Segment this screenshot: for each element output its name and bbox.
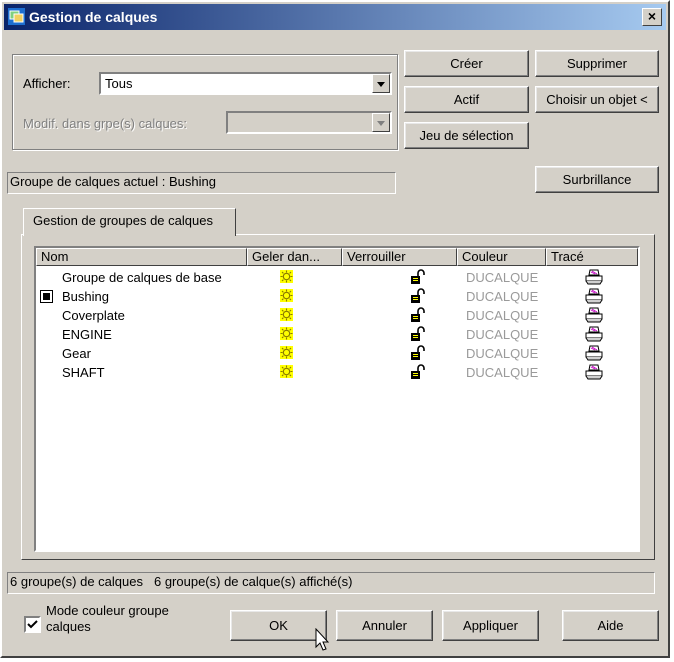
highlight-button[interactable]: Surbrillance: [535, 166, 659, 193]
row-color[interactable]: DUCALQUE: [466, 346, 538, 361]
row-name: SHAFT: [62, 365, 105, 380]
mouse-pointer-icon: [315, 628, 330, 651]
unlocked-padlock-icon[interactable]: [410, 307, 426, 323]
table-row[interactable]: Gear DUCALQUE: [36, 344, 638, 363]
layer-groups-list[interactable]: Nom Geler dan... Verrouiller Couleur Tra…: [34, 246, 640, 552]
show-filter-value: Tous: [105, 76, 133, 91]
status-shown: 6 groupe(s) de calque(s) affiché(s): [153, 574, 353, 589]
chevron-down-icon: [372, 113, 390, 132]
unlocked-padlock-icon[interactable]: [410, 364, 426, 380]
modif-groups-combo: [226, 111, 392, 134]
selection-set-button[interactable]: Jeu de sélection: [404, 122, 529, 149]
row-color[interactable]: DUCALQUE: [466, 327, 538, 342]
row-color[interactable]: DUCALQUE: [466, 289, 538, 304]
active-button[interactable]: Actif: [404, 86, 529, 113]
status-total: 6 groupe(s) de calques: [10, 574, 143, 589]
row-name: Gear: [62, 346, 91, 361]
unlocked-padlock-icon[interactable]: [410, 345, 426, 361]
show-filter-combo[interactable]: Tous: [99, 72, 392, 95]
column-header-lock[interactable]: Verrouiller: [342, 248, 457, 266]
printer-icon[interactable]: [585, 326, 603, 342]
sun-icon[interactable]: [280, 308, 293, 321]
list-header: Nom Geler dan... Verrouiller Couleur Tra…: [36, 248, 638, 266]
status-bar: 6 groupe(s) de calques 6 groupe(s) de cal…: [7, 572, 655, 594]
sun-icon[interactable]: [280, 289, 293, 302]
show-label: Afficher:: [23, 76, 71, 91]
window-title: Gestion de calques: [29, 9, 158, 25]
tab-layer-group-management[interactable]: Gestion de groupes de calques: [23, 208, 236, 236]
current-group-marker-icon[interactable]: [40, 290, 53, 303]
column-header-color[interactable]: Couleur: [457, 248, 546, 266]
printer-icon[interactable]: [585, 288, 603, 304]
unlocked-padlock-icon[interactable]: [410, 269, 426, 285]
row-color[interactable]: DUCALQUE: [466, 308, 538, 323]
chevron-down-icon[interactable]: [372, 74, 390, 93]
row-name: ENGINE: [62, 327, 112, 342]
sun-icon[interactable]: [280, 346, 293, 359]
help-button[interactable]: Aide: [562, 610, 659, 641]
close-button[interactable]: ×: [642, 8, 662, 26]
create-button[interactable]: Créer: [404, 50, 529, 77]
sun-icon[interactable]: [280, 327, 293, 340]
row-name: Coverplate: [62, 308, 125, 323]
layer-manager-dialog: Gestion de calques × Afficher: Tous Modi…: [0, 0, 670, 658]
color-mode-label-line1[interactable]: Mode couleur groupe: [46, 603, 169, 618]
modif-groups-label: Modif. dans grpe(s) calques:: [23, 116, 188, 131]
table-row[interactable]: SHAFT DUCALQUE: [36, 363, 638, 382]
layers-app-icon: [8, 8, 25, 25]
column-header-plot[interactable]: Tracé: [546, 248, 638, 266]
sun-icon[interactable]: [280, 270, 293, 283]
printer-icon[interactable]: [585, 307, 603, 323]
sun-icon[interactable]: [280, 365, 293, 378]
filter-groupbox: [12, 54, 398, 150]
color-mode-label-line2[interactable]: calques: [46, 619, 91, 634]
delete-button[interactable]: Supprimer: [535, 50, 659, 77]
close-icon: ×: [647, 8, 657, 24]
apply-button[interactable]: Appliquer: [442, 610, 539, 641]
checkmark-icon: [27, 620, 38, 629]
unlocked-padlock-icon[interactable]: [410, 288, 426, 304]
cancel-button[interactable]: Annuler: [336, 610, 433, 641]
current-group-field: Groupe de calques actuel : Bushing: [7, 172, 396, 194]
printer-icon[interactable]: [585, 345, 603, 361]
row-name: Bushing: [62, 289, 109, 304]
row-name: Groupe de calques de base: [62, 270, 222, 285]
table-row[interactable]: Coverplate DUCALQUE: [36, 306, 638, 325]
printer-icon[interactable]: [585, 364, 603, 380]
ok-button[interactable]: OK: [230, 610, 327, 641]
table-row[interactable]: Bushing DUCALQUE: [36, 287, 638, 306]
title-bar[interactable]: Gestion de calques ×: [4, 4, 666, 30]
table-row[interactable]: ENGINE DUCALQUE: [36, 325, 638, 344]
column-header-freeze[interactable]: Geler dan...: [247, 248, 342, 266]
unlocked-padlock-icon[interactable]: [410, 326, 426, 342]
table-row[interactable]: Groupe de calques de base DUCALQUE: [36, 268, 638, 287]
row-color[interactable]: DUCALQUE: [466, 270, 538, 285]
column-header-name[interactable]: Nom: [36, 248, 247, 266]
color-mode-checkbox[interactable]: [24, 616, 41, 633]
choose-object-button[interactable]: Choisir un objet <: [535, 86, 659, 113]
printer-icon[interactable]: [585, 269, 603, 285]
row-color[interactable]: DUCALQUE: [466, 365, 538, 380]
